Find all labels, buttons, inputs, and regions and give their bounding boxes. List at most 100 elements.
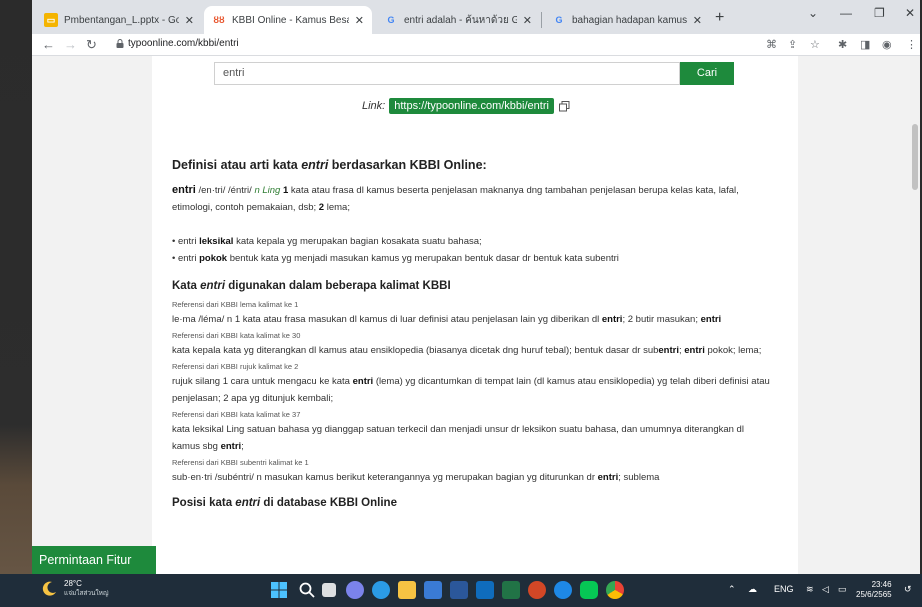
weather-description: แจ่มใสส่วนใหญ่ [64, 590, 109, 597]
search-input[interactable]: entri [214, 62, 680, 85]
restore-button[interactable]: ❐ [874, 6, 885, 20]
sub-entry: • entri pokok bentuk kata yg menjadi mas… [172, 250, 772, 267]
tab-search-icon[interactable]: ⌄ [808, 6, 818, 20]
scrollbar-thumb[interactable] [912, 124, 918, 190]
language-indicator[interactable]: ENG [774, 584, 794, 594]
time: 23:46 [871, 580, 892, 589]
url-text[interactable]: typoonline.com/kbbi/entri [128, 38, 239, 49]
search-button[interactable]: Cari [680, 62, 734, 85]
profile-avatar-icon[interactable]: ◉ [882, 38, 892, 51]
powerpoint-icon[interactable] [528, 581, 546, 599]
feature-request-button[interactable]: Permintaan Fitur [32, 546, 156, 574]
permalink-row: Link: https://typoonline.com/kbbi/entri [362, 98, 570, 114]
close-window-button[interactable]: ✕ [905, 6, 915, 20]
onedrive-icon[interactable]: ☁ [748, 584, 757, 595]
extensions-icon[interactable]: ✱ [838, 38, 847, 51]
reload-icon[interactable]: ↻ [86, 37, 97, 53]
page-content: entri Cari Link: https://typoonline.com/… [152, 56, 798, 574]
page-viewport: entri Cari Link: https://typoonline.com/… [32, 56, 920, 574]
tab-kbbi[interactable]: ȣȣ KBBI Online - Kamus Besar Baha ✕ [204, 6, 372, 34]
heading-text: digunakan dalam beberapa kalimat KBBI [225, 280, 451, 292]
translate-icon[interactable]: ⌘ [766, 38, 777, 51]
page-scrollbar[interactable] [910, 56, 920, 574]
sentence-text: ; 2 butir masukan; [622, 314, 701, 325]
edge-icon[interactable] [372, 581, 390, 599]
forward-icon[interactable]: → [64, 37, 77, 52]
close-icon[interactable]: ✕ [355, 14, 364, 27]
menu-kebab-icon[interactable]: ⋮ [906, 38, 917, 51]
highlight-word: entri [352, 376, 374, 387]
address-bar: ← → ↻ typoonline.com/kbbi/entri ⌘ ⇪ ☆ ✱ … [32, 34, 920, 56]
close-icon[interactable]: ✕ [693, 14, 702, 27]
close-icon[interactable]: ✕ [185, 14, 194, 27]
word-icon[interactable] [450, 581, 468, 599]
windows-taskbar: 28°C แจ่มใสส่วนใหญ่ ⌃ ☁ ENG ≋ ◁ ▭ 23:46 … [0, 574, 922, 607]
heading-word: entri [301, 158, 329, 172]
chrome-icon[interactable] [606, 581, 624, 599]
sentence-text: ; [241, 441, 244, 452]
sentence-text: rujuk silang 1 cara untuk mengacu ke kat… [172, 376, 353, 387]
new-tab-button[interactable]: + [715, 9, 724, 27]
heading-text: berdasarkan KBBI Online: [328, 158, 487, 172]
sentence-text: pokok; lema; [704, 345, 762, 356]
mail-icon[interactable] [476, 581, 494, 599]
file-explorer-icon[interactable] [398, 581, 416, 599]
app-icon[interactable] [554, 581, 572, 599]
desktop-wallpaper [0, 0, 32, 607]
sense-text: lema; [324, 202, 350, 213]
share-icon[interactable]: ⇪ [788, 38, 797, 51]
tab-google-bahagian[interactable]: G bahagian hadapan kamus dewan ✕ [544, 6, 710, 34]
heading-text: Posisi kata [172, 497, 236, 509]
tab-title: entri adalah - ค้นหาด้วย Google [404, 14, 517, 26]
google-icon: G [555, 15, 563, 25]
highlight-word: entri [597, 472, 619, 483]
sentence-text: kata kepala kata yg diterangkan dl kamus… [172, 345, 659, 356]
excel-icon[interactable] [502, 581, 520, 599]
sentence-text: sub·en·tri /subéntri/ n masukan kamus be… [172, 472, 598, 483]
copy-icon[interactable] [558, 100, 570, 112]
moon-icon [42, 581, 56, 596]
wifi-icon[interactable]: ≋ [806, 584, 814, 595]
tab-title: bahagian hadapan kamus dewan [572, 14, 687, 26]
kbbi-favicon-icon: ȣȣ [213, 15, 225, 25]
chat-icon[interactable] [346, 581, 364, 599]
line-icon[interactable] [580, 581, 598, 599]
highlight-word: entri [658, 345, 679, 356]
sidepanel-icon[interactable]: ◨ [860, 38, 870, 51]
tab-pptx[interactable]: ▭ Pmbentangan_L.pptx - Google s ✕ [36, 6, 202, 34]
usage-heading: Kata entri digunakan dalam beberapa kali… [172, 277, 772, 295]
close-icon[interactable]: ✕ [523, 14, 532, 27]
heading-word: entri [235, 497, 261, 509]
google-icon: G [387, 15, 395, 25]
browser-window: ▭ Pmbentangan_L.pptx - Google s ✕ ȣȣ KBB… [32, 0, 920, 574]
usage-sentence: kata kepala kata yg diterangkan dl kamus… [172, 342, 772, 359]
tab-title: Pmbentangan_L.pptx - Google s [64, 14, 179, 26]
volume-icon[interactable]: ◁ [822, 584, 829, 595]
search-icon[interactable] [298, 581, 316, 599]
chevron-up-icon[interactable]: ⌃ [728, 584, 736, 595]
definition-content: Definisi atau arti kata entri berdasarka… [172, 156, 772, 520]
usage-sentence: le·ma /léma/ n 1 kata atau frasa masukan… [172, 311, 772, 328]
bookmark-star-icon[interactable]: ☆ [810, 38, 820, 51]
entry-word: entri [172, 184, 196, 196]
notification-icon[interactable]: ↺ [904, 584, 912, 595]
clock[interactable]: 23:46 25/6/2565 [856, 580, 892, 600]
store-icon[interactable] [424, 581, 442, 599]
entry-pronunciation: /en·tri/ /éntri/ [195, 185, 255, 196]
temperature: 28°C [64, 579, 82, 588]
definition-entry: entri /en·tri/ /éntri/ n Ling 1 kata ata… [172, 182, 772, 216]
bullet-bold: leksikal [199, 236, 234, 247]
back-icon[interactable]: ← [42, 37, 55, 52]
task-view-icon[interactable] [322, 583, 336, 597]
windows-start-icon[interactable] [270, 581, 288, 599]
tab-google-entri[interactable]: G entri adalah - ค้นหาด้วย Google ✕ [376, 6, 540, 34]
tab-separator [541, 12, 542, 28]
minimize-button[interactable]: — [840, 6, 852, 20]
definition-heading: Definisi atau arti kata entri berdasarka… [172, 156, 772, 174]
permalink-url[interactable]: https://typoonline.com/kbbi/entri [389, 98, 554, 114]
sense-number: 2 [316, 202, 325, 213]
lock-icon[interactable] [116, 39, 124, 48]
usage-sentence: kata leksikal Ling satuan bahasa yg dian… [172, 421, 772, 455]
battery-icon[interactable]: ▭ [838, 584, 847, 595]
weather-widget[interactable]: 28°C แจ่มใสส่วนใหญ่ [40, 579, 108, 599]
